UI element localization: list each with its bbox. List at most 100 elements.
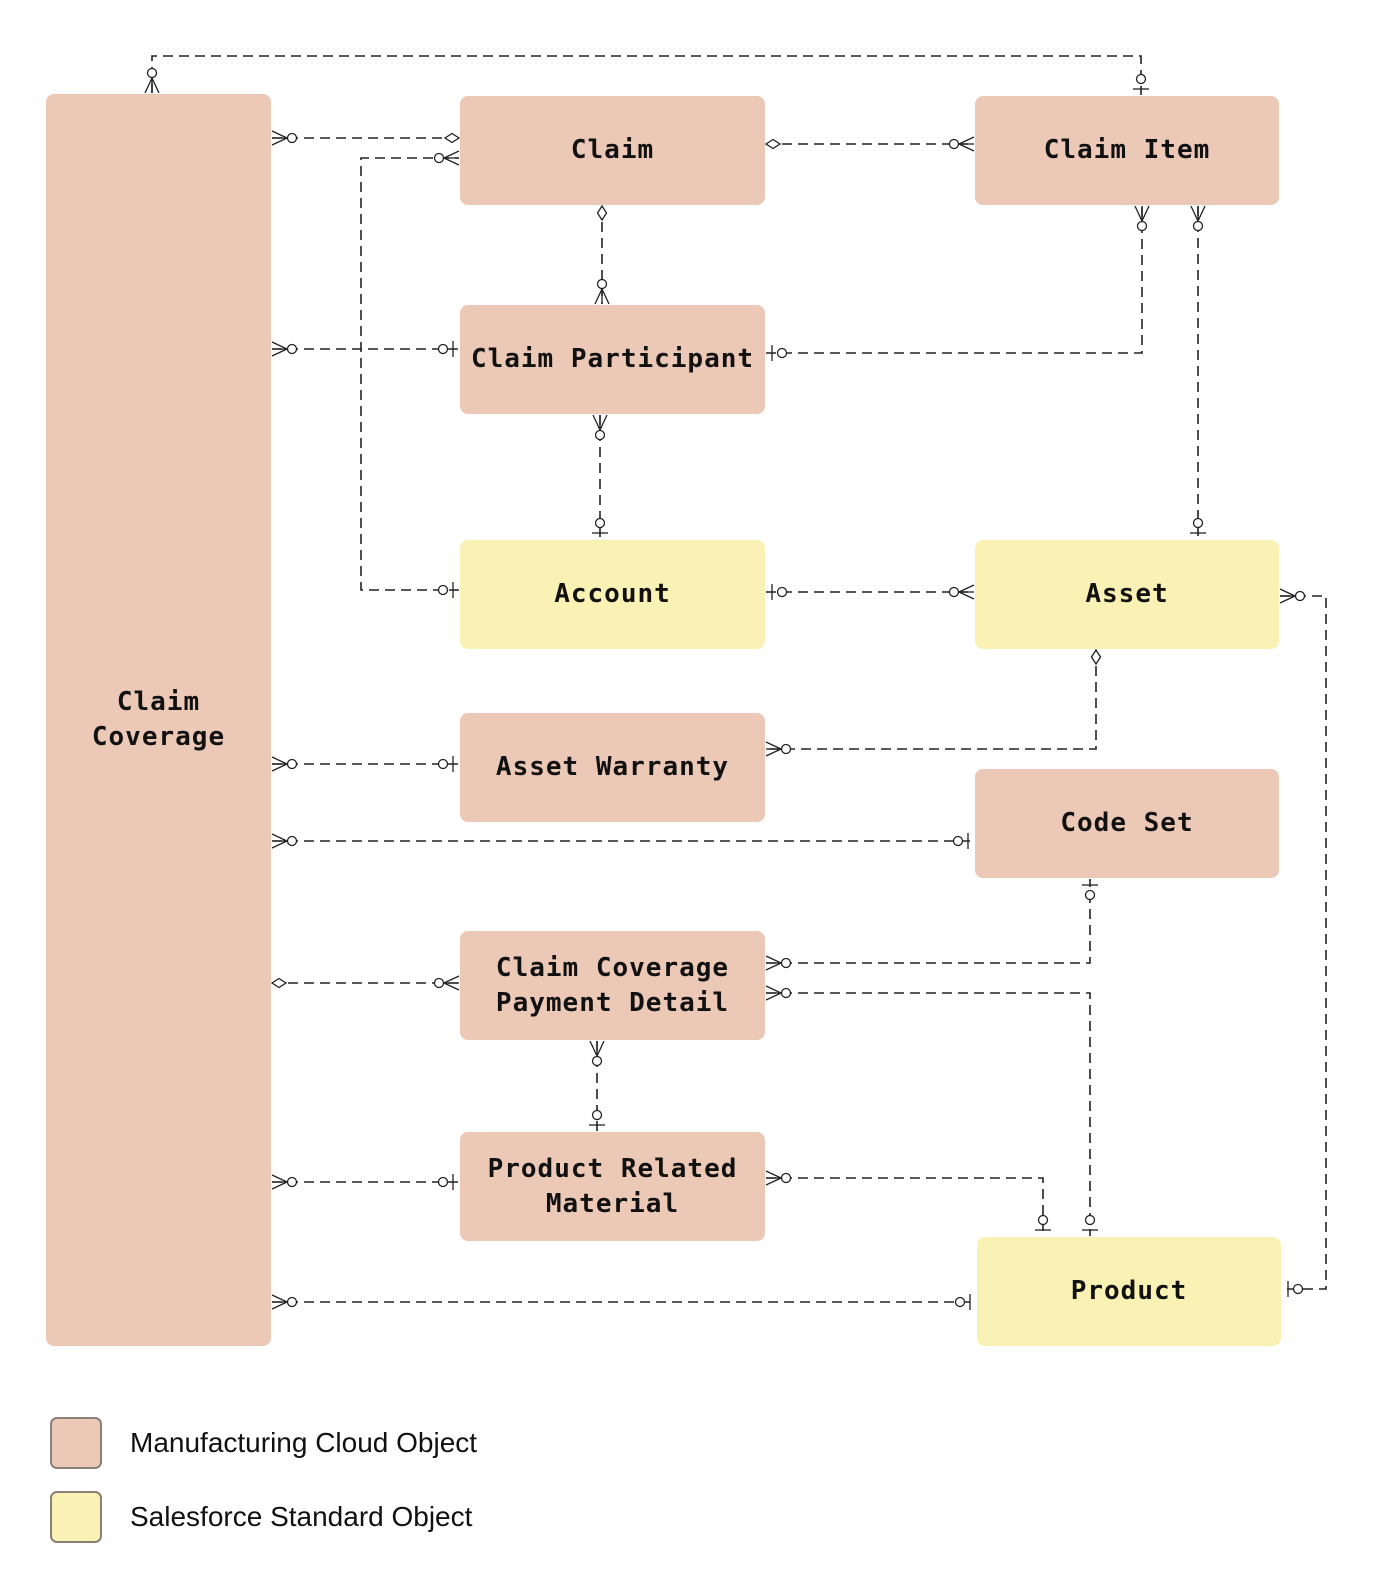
relationship-claim-coverage-payment-detail-to-product-related-material	[589, 1040, 605, 1131]
relationship-claim-coverage-to-claim-participant	[271, 341, 459, 357]
relationship-line	[766, 650, 1097, 750]
optional-circle-icon	[780, 957, 792, 969]
relationship-asset-to-asset-warranty	[765, 648, 1102, 757]
legend-label: Salesforce Standard Object	[130, 1501, 473, 1532]
entity-claim-coverage[interactable]: Claim Coverage	[46, 94, 271, 1346]
optional-circle-icon	[952, 835, 964, 847]
optional-circle-icon	[437, 343, 449, 355]
legend-item-standard: Salesforce Standard Object	[50, 1491, 472, 1543]
relationship-claim-to-claim-item	[764, 136, 975, 152]
relationship-line	[766, 992, 1091, 1236]
entity-claim-participant[interactable]: Claim Participant	[460, 305, 765, 414]
optional-circle-icon	[433, 152, 445, 164]
relationship-line	[151, 55, 1142, 95]
entity-asset[interactable]: Asset	[975, 540, 1279, 649]
legend-item-manufacturing: Manufacturing Cloud Object	[50, 1417, 477, 1469]
optional-circle-icon	[437, 584, 449, 596]
optional-circle-icon	[948, 586, 960, 598]
relationship-claim-item-to-asset	[1190, 205, 1206, 539]
relationship-account-to-asset	[766, 584, 975, 600]
optional-circle-icon	[437, 1176, 449, 1188]
aggregation-diamond-icon	[764, 138, 782, 150]
crowfoot-many-icon	[271, 130, 288, 146]
crowfoot-many-icon	[958, 584, 975, 600]
optional-circle-icon	[286, 343, 298, 355]
crowfoot-many-icon	[1190, 205, 1206, 222]
entity-label: Asset Warranty	[495, 752, 730, 782]
crowfoot-many-icon	[271, 1294, 288, 1310]
optional-circle-icon	[433, 977, 445, 989]
entity-product[interactable]: Product	[977, 1237, 1281, 1346]
optional-circle-icon	[1192, 220, 1204, 232]
entity-claim-item[interactable]: Claim Item	[975, 96, 1279, 205]
entity-claim-coverage-payment-detail[interactable]: Claim Coverage Payment Detail	[460, 931, 765, 1040]
optional-circle-icon	[1084, 889, 1096, 901]
aggregation-diamond-icon	[443, 132, 461, 144]
crowfoot-many-icon	[594, 288, 610, 305]
legend-swatch-manufacturing	[50, 1417, 102, 1469]
relationship-claim-participant-to-account	[592, 414, 608, 539]
relationship-claim-coverage-to-product-related-material	[271, 1174, 459, 1190]
legend-swatch-standard	[50, 1491, 102, 1543]
optional-circle-icon	[591, 1109, 603, 1121]
relationship-asset-to-product	[1279, 588, 1327, 1297]
relationship-claim-coverage-to-claim-coverage-payment-detail	[270, 975, 460, 991]
optional-circle-icon	[776, 586, 788, 598]
relationship-claim-coverage-to-claim-item	[144, 55, 1149, 95]
optional-circle-icon	[437, 758, 449, 770]
relationship-claim-participant-to-claim-item	[766, 205, 1150, 361]
crowfoot-many-icon	[765, 1170, 782, 1186]
optional-circle-icon	[594, 517, 606, 529]
entity-account[interactable]: Account	[460, 540, 765, 649]
optional-circle-icon	[286, 758, 298, 770]
crowfoot-many-icon	[144, 77, 160, 94]
entity-label: Claim Item	[1043, 135, 1211, 165]
relationship-claim-coverage-payment-detail-to-product	[765, 985, 1098, 1236]
optional-circle-icon	[1084, 1214, 1096, 1226]
relationship-line	[766, 879, 1091, 964]
entity-label: Claim Coverage Payment Detail	[495, 952, 730, 1018]
optional-circle-icon	[780, 743, 792, 755]
aggregation-diamond-icon	[596, 204, 608, 222]
crowfoot-many-icon	[271, 833, 288, 849]
relationship-claim-coverage-payment-detail-to-code-set	[765, 879, 1098, 971]
optional-circle-icon	[1136, 220, 1148, 232]
relationship-claim-coverage-to-code-set	[271, 833, 974, 849]
optional-circle-icon	[1135, 73, 1147, 85]
entity-product-related-material[interactable]: Product Related Material	[460, 1132, 765, 1241]
crowfoot-many-icon	[589, 1040, 605, 1057]
optional-circle-icon	[286, 132, 298, 144]
optional-circle-icon	[596, 278, 608, 290]
optional-circle-icon	[1294, 590, 1306, 602]
relationship-product-related-material-to-product	[765, 1170, 1051, 1236]
crowfoot-many-icon	[765, 741, 782, 757]
aggregation-diamond-icon	[1090, 648, 1102, 666]
entity-asset-warranty[interactable]: Asset Warranty	[460, 713, 765, 822]
entity-label: Product	[1070, 1276, 1188, 1306]
optional-circle-icon	[591, 1055, 603, 1067]
entity-label: Product Related Material	[487, 1153, 738, 1219]
optional-circle-icon	[780, 1172, 792, 1184]
crowfoot-many-icon	[443, 975, 460, 991]
relationship-claim-coverage-to-product	[271, 1294, 976, 1310]
relationship-line	[1280, 595, 1327, 1290]
entity-claim[interactable]: Claim	[460, 96, 765, 205]
entity-code-set[interactable]: Code Set	[975, 769, 1279, 878]
relationship-account-to-claim	[360, 150, 460, 598]
relationship-line	[360, 157, 459, 591]
optional-circle-icon	[146, 67, 158, 79]
crowfoot-many-icon	[271, 1174, 288, 1190]
entity-label: Code Set	[1060, 808, 1194, 838]
crowfoot-many-icon	[1279, 588, 1296, 604]
relationship-claim-to-claim-participant	[594, 204, 610, 305]
optional-circle-icon	[594, 429, 606, 441]
crowfoot-many-icon	[1134, 205, 1150, 222]
optional-circle-icon	[1292, 1283, 1304, 1295]
entity-label: Claim Participant	[470, 344, 755, 374]
crowfoot-many-icon	[443, 150, 460, 166]
crowfoot-many-icon	[271, 341, 288, 357]
relationship-line	[766, 1177, 1044, 1236]
legend-label: Manufacturing Cloud Object	[130, 1427, 478, 1458]
relationship-line	[766, 206, 1143, 354]
optional-circle-icon	[776, 347, 788, 359]
